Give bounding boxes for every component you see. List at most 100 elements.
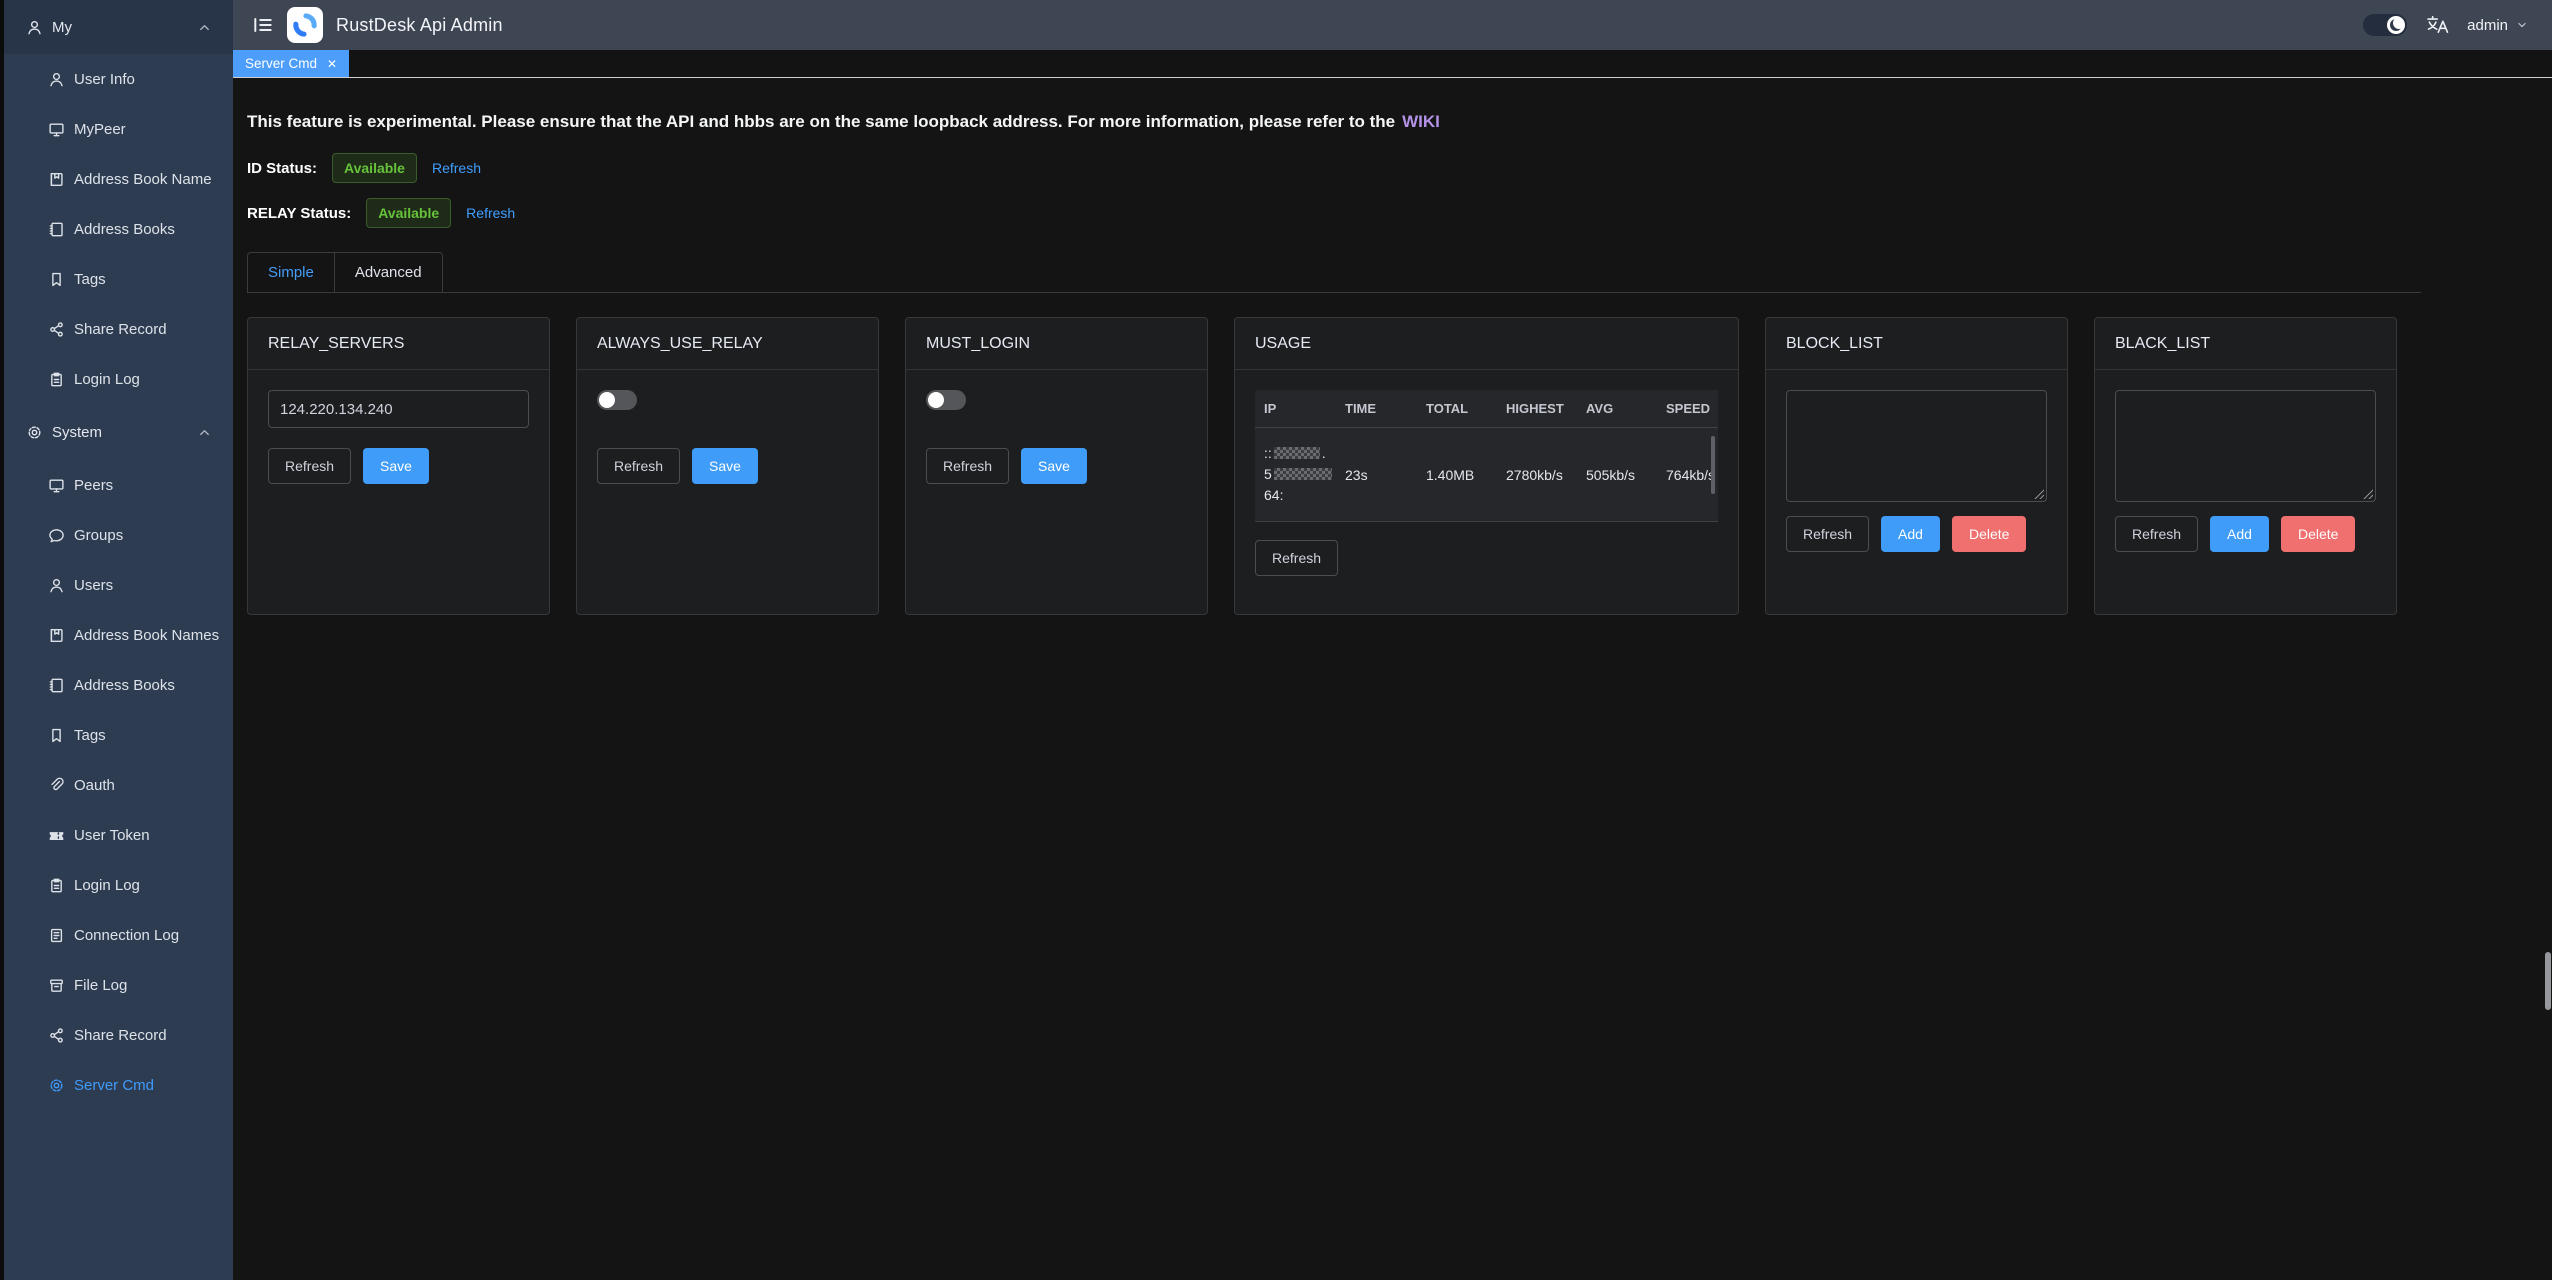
sidebar-section-system[interactable]: System <box>0 404 233 460</box>
always-use-relay-toggle[interactable] <box>597 390 637 410</box>
save-button[interactable]: Save <box>1021 448 1087 484</box>
translate-icon[interactable] <box>2425 13 2449 37</box>
gear-icon <box>48 1077 65 1094</box>
sidebar-item-address-book-name[interactable]: Address Book Name <box>0 154 233 204</box>
redacted-block <box>1274 447 1320 459</box>
card-body: Refresh Save <box>577 370 878 504</box>
view-tabs: Simple Advanced <box>247 252 2421 293</box>
refresh-button[interactable]: Refresh <box>1786 516 1869 552</box>
add-button[interactable]: Add <box>2210 516 2269 552</box>
sidebar-item-share-record-2[interactable]: Share Record <box>0 1010 233 1060</box>
ip-line1-suffix: . <box>1322 445 1326 461</box>
refresh-button[interactable]: Refresh <box>2115 516 2198 552</box>
block-list-textarea[interactable] <box>1786 390 2047 502</box>
item-label: Tags <box>74 271 106 288</box>
must-login-toggle[interactable] <box>926 390 966 410</box>
id-status-refresh-link[interactable]: Refresh <box>432 160 481 176</box>
card-title: BLACK_LIST <box>2095 318 2396 370</box>
refresh-button[interactable]: Refresh <box>597 448 680 484</box>
refresh-button[interactable]: Refresh <box>268 448 351 484</box>
delete-button[interactable]: Delete <box>1952 516 2026 552</box>
sidebar-item-mypeer[interactable]: MyPeer <box>0 104 233 154</box>
user-dropdown[interactable]: admin <box>2467 17 2529 34</box>
cell-time: 23s <box>1336 467 1417 483</box>
book-icon <box>48 627 65 644</box>
item-label: Server Cmd <box>74 1077 154 1094</box>
close-icon[interactable]: ✕ <box>327 58 337 70</box>
settings-cards: RELAY_SERVERS Refresh Save ALWAYS_USE_RE… <box>247 317 2552 615</box>
page-scrollbar-thumb[interactable] <box>2545 952 2551 1010</box>
toggle-knob <box>599 392 615 408</box>
sidebar-item-tags[interactable]: Tags <box>0 254 233 304</box>
sidebar-item-address-books-2[interactable]: Address Books <box>0 660 233 710</box>
card-black-list: BLACK_LIST Refresh Add Delete <box>2094 317 2397 615</box>
item-label: Share Record <box>74 1027 167 1044</box>
button-row: Refresh Add Delete <box>2115 516 2376 552</box>
sidebar-item-login-log[interactable]: Login Log <box>0 354 233 404</box>
document-icon <box>48 927 65 944</box>
sidebar-fold-icon[interactable] <box>252 14 274 36</box>
paperclip-icon <box>48 777 65 794</box>
item-label: Groups <box>74 527 123 544</box>
sidebar-item-file-log[interactable]: File Log <box>0 960 233 1010</box>
sidebar-item-peers[interactable]: Peers <box>0 460 233 510</box>
table-scrollbar[interactable] <box>1711 436 1715 494</box>
rustdesk-logo <box>287 7 323 43</box>
sidebar-item-server-cmd[interactable]: Server Cmd <box>0 1060 233 1110</box>
card-body: Refresh Add Delete <box>1766 370 2067 572</box>
sidebar-item-tags-2[interactable]: Tags <box>0 710 233 760</box>
sidebar-item-address-book-names[interactable]: Address Book Names <box>0 610 233 660</box>
top-header: RustDesk Api Admin admin <box>233 0 2552 50</box>
chevron-down-icon <box>2515 18 2529 32</box>
item-label: Login Log <box>74 371 140 388</box>
card-title: RELAY_SERVERS <box>248 318 549 370</box>
sidebar-item-oauth[interactable]: Oauth <box>0 760 233 810</box>
tab-simple[interactable]: Simple <box>247 252 335 293</box>
item-label: Address Books <box>74 221 175 238</box>
black-list-textarea[interactable] <box>2115 390 2376 502</box>
add-button[interactable]: Add <box>1881 516 1940 552</box>
sidebar-item-user-token[interactable]: User Token <box>0 810 233 860</box>
tab-server-cmd[interactable]: Server Cmd ✕ <box>233 50 349 77</box>
usage-table-row: ::. 5 64: 23s 1.40MB 2780kb/s 505kb/s 76… <box>1255 428 1718 522</box>
relay-status-badge: Available <box>366 198 451 228</box>
relay-servers-input[interactable] <box>268 390 529 428</box>
refresh-button[interactable]: Refresh <box>926 448 1009 484</box>
sidebar-item-share-record[interactable]: Share Record <box>0 304 233 354</box>
card-body: IP TIME TOTAL HIGHEST AVG SPEED ::. 5 64… <box>1235 370 1738 596</box>
theme-toggle[interactable] <box>2363 14 2407 36</box>
wiki-link[interactable]: WIKI <box>1402 112 1440 131</box>
refresh-button[interactable]: Refresh <box>1255 540 1338 576</box>
sidebar-item-user-info[interactable]: User Info <box>0 54 233 104</box>
username: admin <box>2467 17 2508 34</box>
relay-status-refresh-link[interactable]: Refresh <box>466 205 515 221</box>
delete-button[interactable]: Delete <box>2281 516 2355 552</box>
card-block-list: BLOCK_LIST Refresh Add Delete <box>1765 317 2068 615</box>
card-title: USAGE <box>1235 318 1738 370</box>
tab-label: Server Cmd <box>245 56 317 71</box>
sidebar-section-my[interactable]: My <box>0 0 233 54</box>
id-status-label: ID Status: <box>247 160 317 177</box>
topbar-actions: admin <box>2363 13 2533 37</box>
sidebar-item-users[interactable]: Users <box>0 560 233 610</box>
col-total: TOTAL <box>1417 401 1497 416</box>
toggle-knob <box>2387 16 2405 34</box>
item-label: MyPeer <box>74 121 126 138</box>
card-title: ALWAYS_USE_RELAY <box>577 318 878 370</box>
sidebar-item-address-books[interactable]: Address Books <box>0 204 233 254</box>
card-usage: USAGE IP TIME TOTAL HIGHEST AVG SPEED ::… <box>1234 317 1739 615</box>
sidebar-item-connection-log[interactable]: Connection Log <box>0 910 233 960</box>
sidebar-item-groups[interactable]: Groups <box>0 510 233 560</box>
notice-text: This feature is experimental. Please ens… <box>247 112 1395 131</box>
button-row: Refresh Add Delete <box>1786 516 2047 552</box>
ticket-icon <box>48 827 65 844</box>
save-button[interactable]: Save <box>363 448 429 484</box>
chevron-up-icon <box>196 19 213 36</box>
cell-ip: ::. 5 64: <box>1255 443 1336 506</box>
sidebar-item-login-log-2[interactable]: Login Log <box>0 860 233 910</box>
clipboard-icon <box>48 877 65 894</box>
button-row: Refresh <box>1255 540 1718 576</box>
save-button[interactable]: Save <box>692 448 758 484</box>
tab-advanced[interactable]: Advanced <box>335 252 443 293</box>
notebook-icon <box>48 677 65 694</box>
